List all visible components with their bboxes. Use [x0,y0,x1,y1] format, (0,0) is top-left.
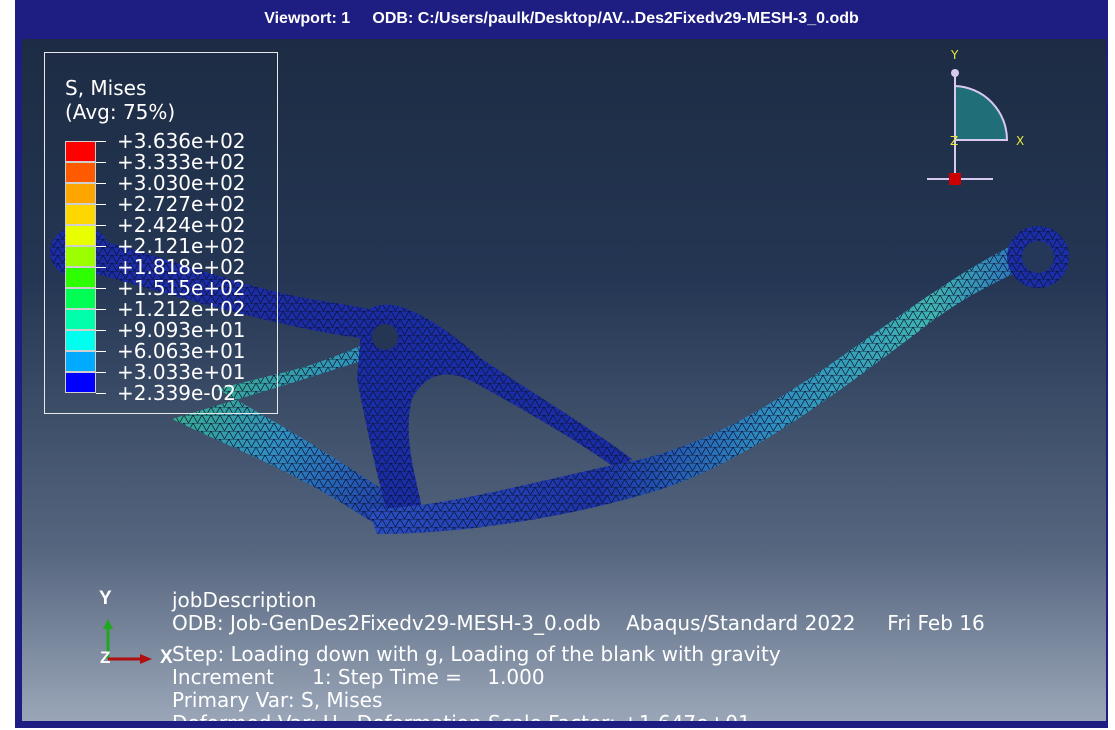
legend-swatch [65,372,96,393]
viewport-canvas[interactable]: S, Mises (Avg: 75%) +3.636e+02 +3.333e+02… [22,39,1106,721]
legend-value-label: +3.030e+02 [117,171,246,195]
legend-tick [96,225,106,226]
legend-value-label: +3.033e+01 [117,360,246,384]
legend-value-label: +1.515e+02 [117,276,246,300]
info-primary-var: Primary Var: S, Mises [172,688,383,712]
triad-z-label: Z [950,134,958,148]
legend-value-label: +2.424e+02 [117,213,246,237]
legend-swatch [65,183,96,204]
legend-value-label: +1.212e+02 [117,297,246,321]
info-odb-line: ODB: Job-GenDes2Fixedv29-MESH-3_0.odb Ab… [172,611,985,635]
legend-value-label: +1.818e+02 [117,255,246,279]
legend-title: S, Mises [65,76,147,100]
legend-swatch [65,162,96,183]
legend-swatch [65,204,96,225]
legend-tick [96,351,106,352]
info-job-description: jobDescription [172,588,317,612]
triad-y-label: Y [950,48,959,62]
axis-y-label: Y [99,588,112,609]
legend-tick [96,330,106,331]
legend-tick [96,141,106,142]
stress-legend: S, Mises (Avg: 75%) +3.636e+02 +3.333e+02… [44,52,278,414]
legend-tick [96,393,106,394]
legend-tick [96,288,106,289]
legend-value-label: +2.121e+02 [117,234,246,258]
center-hole [362,315,406,359]
right-eye-ring [1007,226,1069,288]
legend-tick [96,372,106,373]
legend-swatch [65,288,96,309]
legend-swatch [65,351,96,372]
legend-tick [96,204,106,205]
orientation-triad: Y Z X [927,48,1024,185]
legend-swatch [65,225,96,246]
legend-tick [96,162,106,163]
axis-x-label: X [160,647,173,668]
legend-swatch [65,330,96,351]
axis-z-label: Z [100,648,111,667]
legend-tick [96,246,106,247]
legend-tick [96,183,106,184]
legend-value-label: +2.339e-02 [117,381,236,405]
legend-value-label: +6.063e+01 [117,339,246,363]
info-deformed-var: Deformed Var: U Deformation Scale Factor… [172,712,751,721]
legend-subtitle: (Avg: 75%) [65,100,176,124]
info-step-line: Step: Loading down with g, Loading of th… [172,642,781,666]
triad-x-label: X [1016,134,1024,148]
legend-swatch [65,141,96,162]
legend-swatch [65,309,96,330]
legend-swatch [65,267,96,288]
legend-value-label: +3.636e+02 [117,129,246,153]
legend-tick [96,309,106,310]
legend-tick [96,267,106,268]
viewport-frame: Viewport: 1 ODB: C:/Users/paulk/Desktop/… [15,0,1108,728]
legend-swatch [65,246,96,267]
info-increment-line: Increment 1: Step Time = 1.000 [172,665,545,689]
legend-value-label: +9.093e+01 [117,318,246,342]
viewport-title: Viewport: 1 ODB: C:/Users/paulk/Desktop/… [264,10,859,27]
legend-value-label: +2.727e+02 [117,192,246,216]
legend-value-label: +3.333e+02 [117,150,246,174]
